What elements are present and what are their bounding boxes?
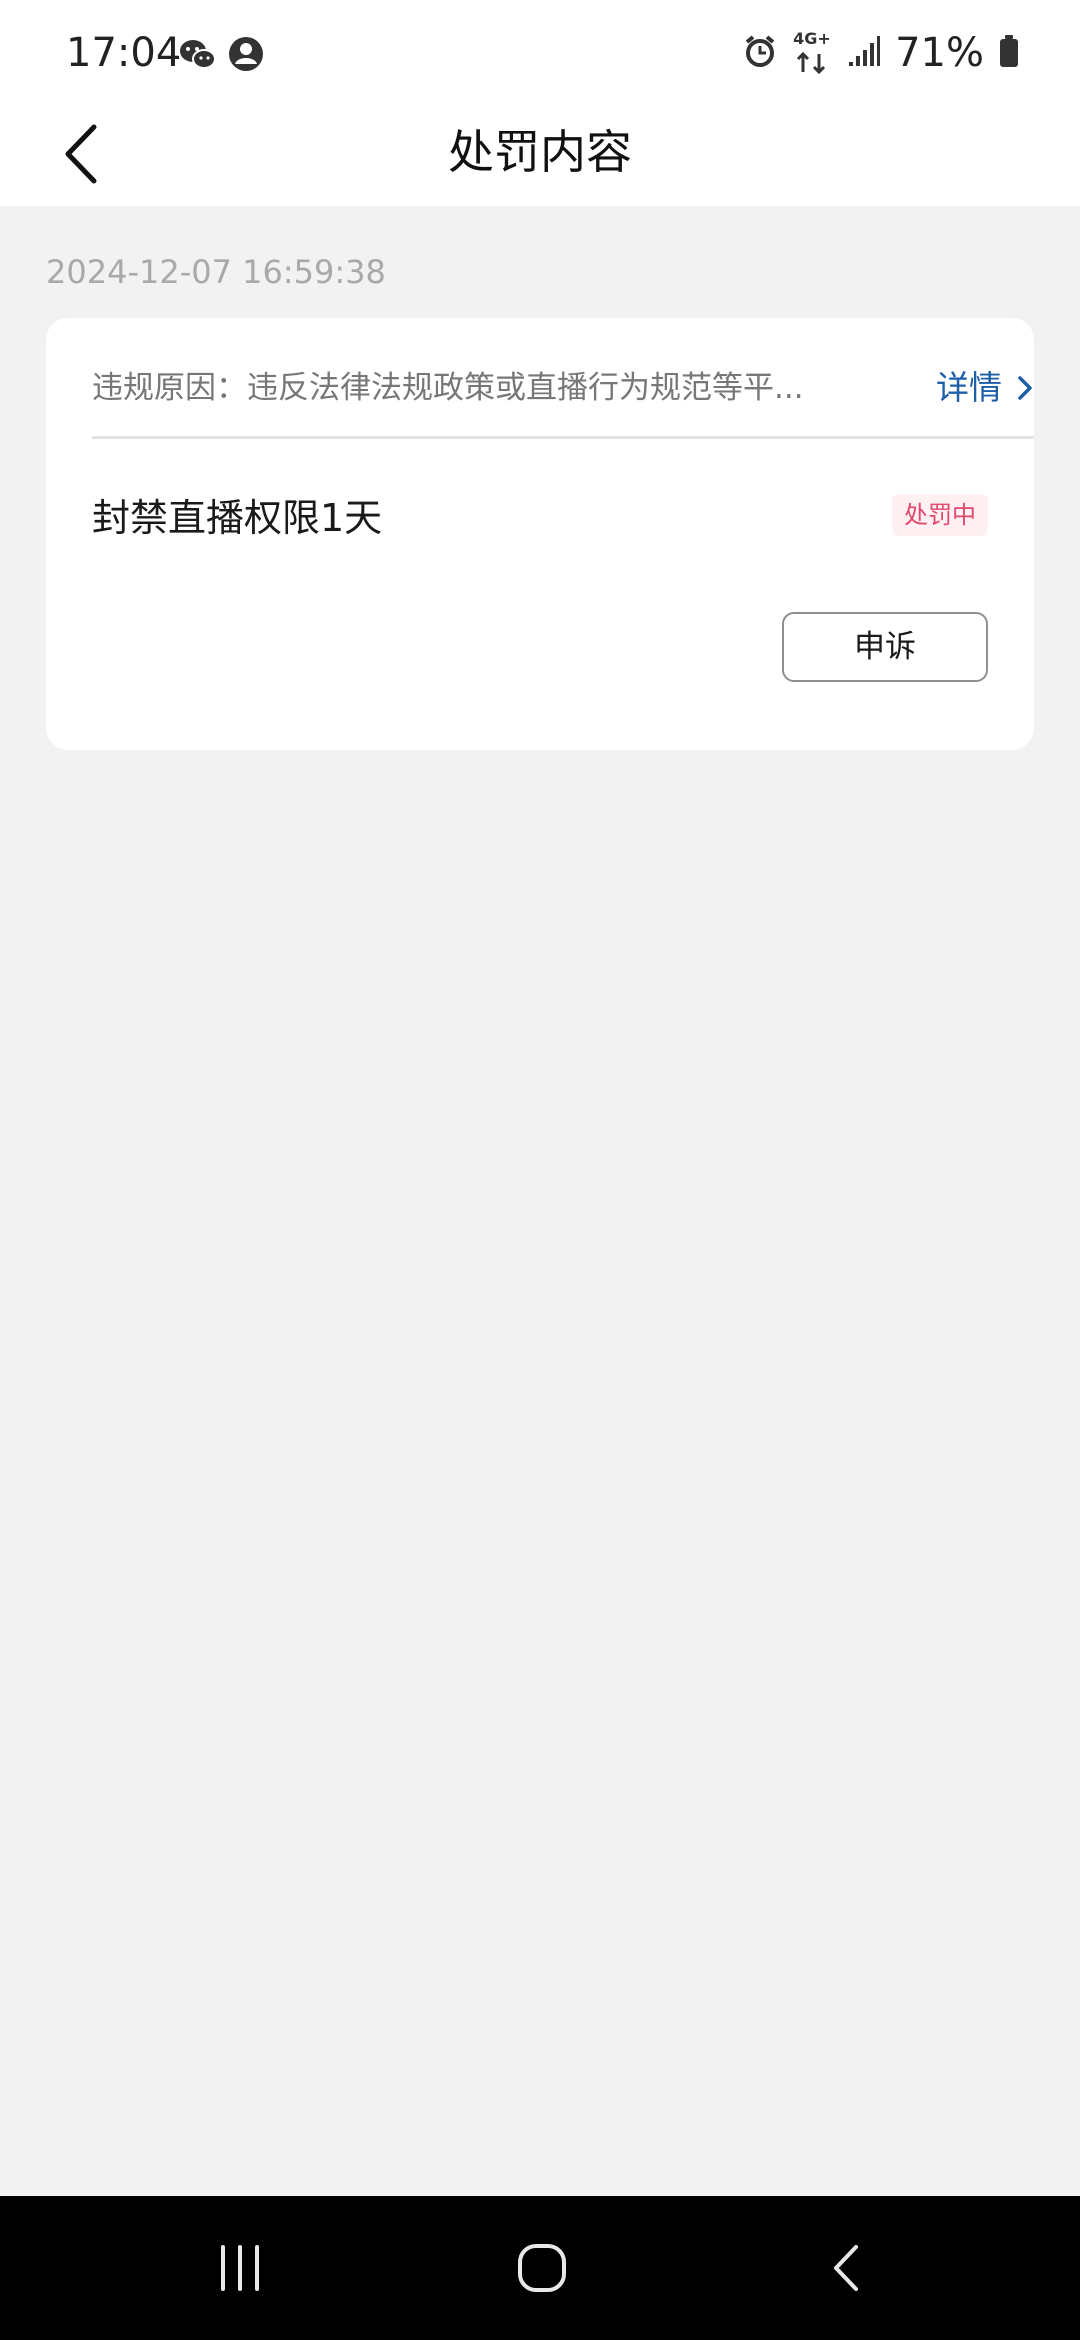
app-header: 处罚内容 <box>0 104 1080 206</box>
violation-reason: 违规原因：违反法律法规政策或直播行为规范等平... <box>92 370 804 406</box>
system-back-button[interactable] <box>766 2196 926 2340</box>
recent-apps-button[interactable] <box>160 2196 320 2340</box>
status-time: 17:04 <box>66 30 182 76</box>
page-title: 处罚内容 <box>448 125 632 179</box>
alarm-icon <box>741 32 779 74</box>
penalty-title: 封禁直播权限1天 <box>92 496 383 540</box>
status-bar: 17:04 4G+ 71% <box>0 0 1080 104</box>
divider <box>92 436 1034 439</box>
battery-icon <box>998 34 1020 72</box>
account-icon <box>226 34 266 74</box>
back-icon <box>834 2245 858 2291</box>
recent-apps-icon <box>221 2245 259 2291</box>
chevron-right-icon <box>1018 376 1032 400</box>
status-right-group: 4G+ 71% <box>741 28 1020 78</box>
appeal-button[interactable]: 申诉 <box>782 612 988 682</box>
home-icon <box>518 2244 566 2292</box>
back-button[interactable] <box>40 114 120 194</box>
home-button[interactable] <box>462 2196 622 2340</box>
network-4g-plus-icon: 4G+ <box>793 30 833 76</box>
details-label: 详情 <box>936 368 1002 407</box>
details-link[interactable]: 详情 <box>936 358 1034 418</box>
signal-icon <box>847 34 881 72</box>
wechat-icon <box>178 34 218 74</box>
violation-reason-row[interactable]: 违规原因：违反法律法规政策或直播行为规范等平... 详情 <box>92 358 1034 418</box>
system-nav-bar <box>0 2196 1080 2340</box>
status-badge: 处罚中 <box>892 494 988 536</box>
battery-percentage: 71% <box>895 30 984 76</box>
penalty-card: 违规原因：违反法律法规政策或直播行为规范等平... 详情 封禁直播权限1天 处罚… <box>46 318 1034 750</box>
record-timestamp: 2024-12-07 16:59:38 <box>46 253 386 291</box>
chevron-left-icon <box>65 124 97 184</box>
